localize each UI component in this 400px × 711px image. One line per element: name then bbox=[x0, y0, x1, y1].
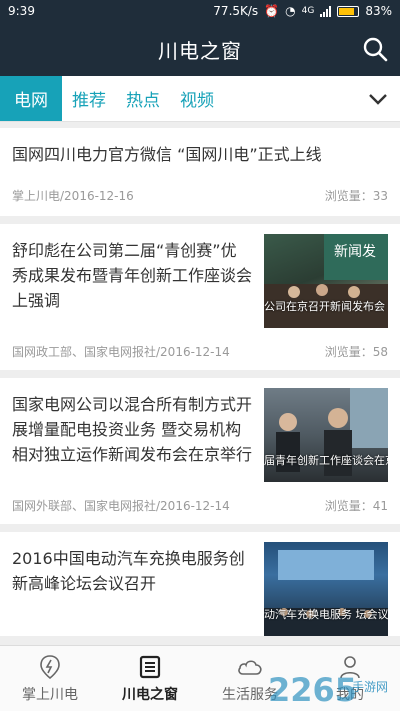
news-views: 浏览量：58 bbox=[324, 345, 388, 359]
news-item[interactable]: 舒印彪在公司第二届“青创赛”优秀成果发布暨青年创新工作座谈会上强调 新闻发 公司… bbox=[0, 224, 400, 370]
app-header: 川电之窗 bbox=[0, 22, 400, 76]
thumbnail-caption: 动汽车充换电服务 坛会议召开 bbox=[264, 608, 388, 621]
status-time: 9:39 bbox=[8, 4, 35, 18]
news-item[interactable]: 国家电网公司以混合所有制方式开展增量配电投资业务 暨交易机构相对独立运作新闻发布… bbox=[0, 378, 400, 524]
chevron-down-icon bbox=[369, 93, 387, 105]
news-title: 国网四川电力官方微信 “国网川电”正式上线 bbox=[12, 145, 322, 164]
wifi-icon: ◔ bbox=[285, 4, 296, 18]
news-thumbnail: 新闻发 公司在京召开新闻发布会 bbox=[264, 234, 388, 328]
svg-text:新闻发: 新闻发 bbox=[334, 244, 376, 260]
nav-label: 掌上川电 bbox=[22, 686, 78, 703]
site-watermark: 2265 手游网 bbox=[268, 669, 398, 709]
network-type: 4G bbox=[301, 6, 315, 16]
battery-icon bbox=[337, 5, 360, 17]
page-title: 川电之窗 bbox=[158, 38, 242, 63]
news-thumbnail: 届青年创新工作座谈会在京举行 bbox=[264, 388, 388, 482]
nav-item-window[interactable]: 川电之窗 bbox=[100, 646, 200, 711]
search-icon bbox=[363, 37, 388, 62]
tab-video[interactable]: 视频 bbox=[170, 76, 224, 121]
lightning-pin-icon bbox=[40, 654, 60, 679]
signal-icon bbox=[320, 5, 332, 17]
news-title: 国家电网公司以混合所有制方式开展增量配电投资业务 暨交易机构相对独立运作新闻发布… bbox=[12, 395, 253, 464]
news-title: 舒印彪在公司第二届“青创赛”优秀成果发布暨青年创新工作座谈会上强调 bbox=[12, 241, 253, 310]
nav-label: 川电之窗 bbox=[122, 686, 178, 703]
tab-grid[interactable]: 电网 bbox=[0, 76, 62, 121]
news-thumbnail: 动汽车充换电服务 坛会议召开 bbox=[264, 542, 388, 636]
news-feed: 国网四川电力官方微信 “国网川电”正式上线 掌上川电/2016-12-16 浏览… bbox=[0, 128, 400, 644]
news-source: 国网政工部、国家电网报社/2016-12-14 bbox=[12, 345, 230, 359]
status-icons: 77.5K/s ⏰ ◔ 4G 83% bbox=[213, 4, 392, 18]
news-meta: 国网外联部、国家电网报社/2016-12-14 浏览量：41 bbox=[12, 497, 388, 514]
news-meta: 国网政工部、国家电网报社/2016-12-14 浏览量：58 bbox=[12, 343, 388, 360]
svg-text:手游网: 手游网 bbox=[352, 680, 388, 694]
expand-tabs-button[interactable] bbox=[356, 76, 400, 121]
news-item[interactable]: 国网四川电力官方微信 “国网川电”正式上线 掌上川电/2016-12-16 浏览… bbox=[0, 128, 400, 216]
tab-recommended[interactable]: 推荐 bbox=[62, 76, 116, 121]
network-speed: 77.5K/s bbox=[213, 4, 259, 18]
cloud-icon bbox=[238, 659, 262, 675]
watermark-logo: 2265 手游网 bbox=[268, 671, 388, 709]
tab-hot[interactable]: 热点 bbox=[116, 76, 170, 121]
svg-text:2265: 2265 bbox=[268, 671, 357, 709]
news-views: 浏览量：41 bbox=[324, 499, 388, 513]
battery-percent: 83% bbox=[365, 4, 392, 18]
news-meta: 掌上川电/2016-12-16 浏览量：33 bbox=[12, 187, 388, 204]
news-source: 掌上川电/2016-12-16 bbox=[12, 189, 134, 203]
news-item[interactable]: 2016中国电动汽车充换电服务创新高峰论坛会议召开 动汽车充换电服务 坛会议召开 bbox=[0, 532, 400, 636]
alarm-icon: ⏰ bbox=[264, 4, 280, 18]
nav-item-home[interactable]: 掌上川电 bbox=[0, 646, 100, 711]
search-button[interactable] bbox=[362, 36, 388, 62]
category-tabs: 电网 推荐 热点 视频 bbox=[0, 76, 400, 122]
thumbnail-caption: 公司在京召开新闻发布会 bbox=[264, 300, 385, 313]
news-views: 浏览量：33 bbox=[324, 189, 388, 203]
status-bar: 9:39 77.5K/s ⏰ ◔ 4G 83% bbox=[0, 0, 400, 22]
news-title: 2016中国电动汽车充换电服务创新高峰论坛会议召开 bbox=[12, 549, 245, 593]
news-source: 国网外联部、国家电网报社/2016-12-14 bbox=[12, 499, 230, 513]
thumbnail-caption: 届青年创新工作座谈会在京举行 bbox=[264, 454, 388, 467]
news-icon bbox=[139, 655, 161, 678]
